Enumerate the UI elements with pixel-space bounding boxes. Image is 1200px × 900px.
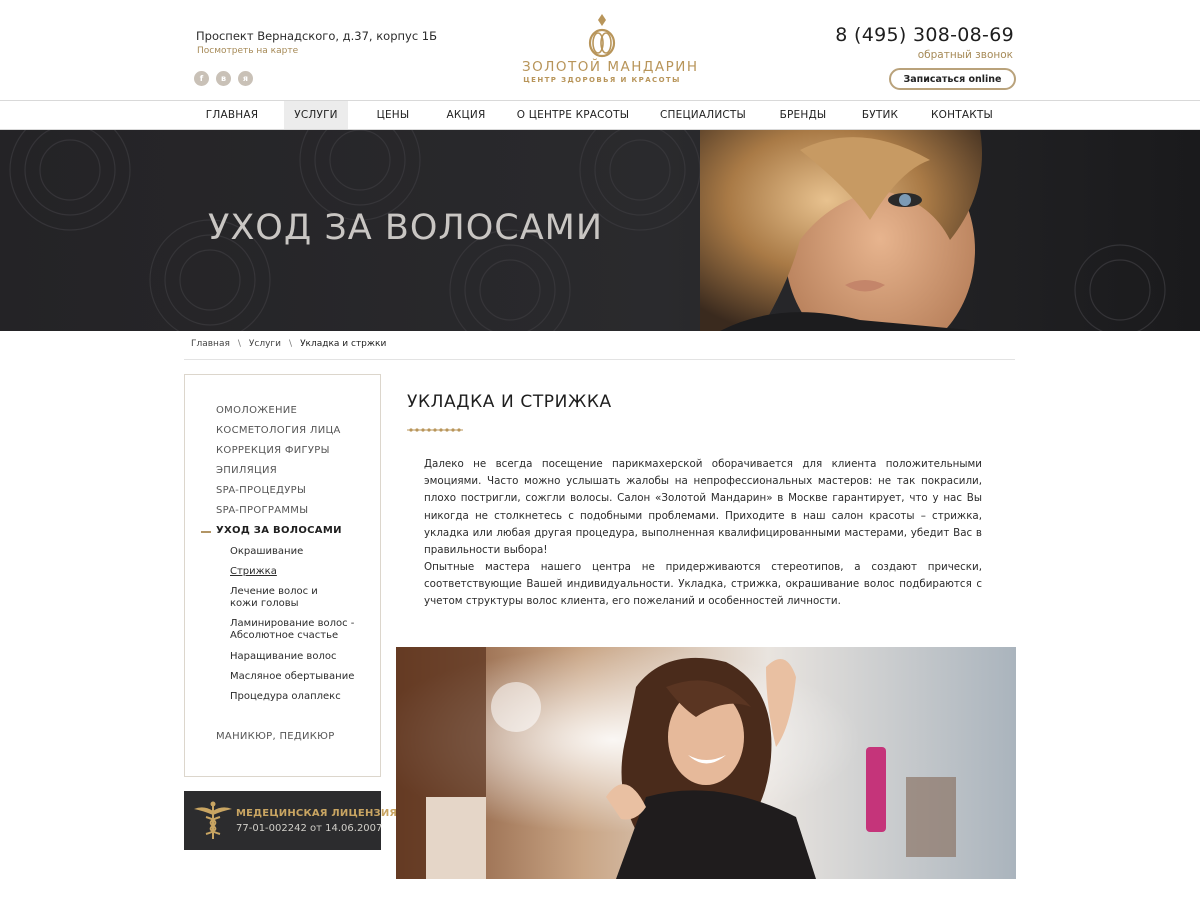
salon-photo	[396, 647, 1016, 879]
online-signup-button[interactable]: Записаться online	[889, 68, 1016, 90]
title-ornament	[407, 428, 463, 432]
nav-item-prices[interactable]: ЦЕНЫ	[368, 101, 418, 129]
hairdresser-photo-image	[396, 647, 1016, 879]
nav-item-specialists[interactable]: СПЕЦИАЛИСТЫ	[656, 101, 750, 129]
sidebar-subitem-lamination-line2[interactable]: Абсолютное счастье	[230, 630, 338, 642]
sidebar-subitem-extensions[interactable]: Наращивание волос	[230, 651, 336, 663]
license-number: 77-01-002242 от 14.06.2007	[236, 823, 383, 834]
breadcrumb-current: Укладка и стржки	[300, 339, 387, 349]
license-title: МЕДЕЦИНСКАЯ ЛИЦЕНЗИЯ	[236, 808, 398, 819]
nav-item-contacts[interactable]: КОНТАКТЫ	[928, 101, 996, 129]
breadcrumb: Главная \ Услуги \ Укладка и стржки	[191, 339, 386, 349]
active-item-marker	[201, 531, 211, 533]
nav-item-boutique[interactable]: БУТИК	[856, 101, 904, 129]
nav-item-home[interactable]: ГЛАВНАЯ	[196, 101, 268, 129]
social-links: f в я	[194, 71, 253, 86]
nav-item-about[interactable]: О ЦЕНТРЕ КРАСОТЫ	[516, 101, 630, 129]
sidebar-subitem-lamination-line1[interactable]: Ламинирование волос -	[230, 618, 354, 630]
sidebar-subitem-hair-treatment-line1[interactable]: Лечение волос и	[230, 586, 318, 598]
masters-paragraph: Опытные мастера нашего центра не придерж…	[424, 561, 982, 608]
intro-paragraph: Далеко не всегда посещение парикмахерско…	[424, 458, 982, 557]
nav-item-promo[interactable]: АКЦИЯ	[438, 101, 494, 129]
nav-item-brands[interactable]: БРЕНДЫ	[774, 101, 832, 129]
logo-name: ЗОЛОТОЙ МАНДАРИН	[522, 59, 699, 75]
breadcrumb-home[interactable]: Главная	[191, 339, 230, 349]
caduceus-icon	[194, 801, 232, 839]
breadcrumb-separator: \	[289, 339, 293, 349]
site-header: Проспект Вернадского, д.37, корпус 1Б По…	[0, 0, 1200, 100]
logo-tagline: ЦЕНТР ЗДОРОВЬЯ И КРАСОТЫ	[523, 76, 681, 84]
breadcrumb-services[interactable]: Услуги	[249, 339, 281, 349]
page-title: УКЛАДКА И СТРИЖКА	[407, 392, 612, 412]
medical-license-banner[interactable]: МЕДЕЦИНСКАЯ ЛИЦЕНЗИЯ 77-01-002242 от 14.…	[184, 791, 397, 850]
salon-address: Проспект Вернадского, д.37, корпус 1Б	[196, 29, 438, 43]
breadcrumb-divider	[184, 359, 1015, 360]
phone-number[interactable]: 8 (495) 308-08-69	[835, 24, 1014, 46]
site-logo[interactable]: ЗОЛОТОЙ МАНДАРИН ЦЕНТР ЗДОРОВЬЯ И КРАСОТ…	[522, 12, 699, 88]
mandarin-emblem-icon	[588, 14, 616, 58]
sidebar-item-hair-care[interactable]: УХОД ЗА ВОЛОСАМИ	[216, 525, 342, 536]
facebook-icon[interactable]: f	[194, 71, 209, 86]
breadcrumb-separator: \	[237, 339, 241, 349]
nav-item-services[interactable]: УСЛУГИ	[284, 101, 348, 129]
sidebar-item-epilation[interactable]: ЭПИЛЯЦИЯ	[216, 465, 277, 476]
sidebar-item-manicure-pedicure[interactable]: МАНИКЮР, ПЕДИКЮР	[216, 731, 335, 742]
main-navigation: ГЛАВНАЯ УСЛУГИ ЦЕНЫ АКЦИЯ О ЦЕНТРЕ КРАСО…	[0, 100, 1200, 130]
sidebar-subitem-oil-wrap[interactable]: Масляное обертывание	[230, 671, 354, 683]
sidebar-subitem-olaplex[interactable]: Процедура олаплекс	[230, 691, 341, 703]
sidebar-item-facial-cosmetology[interactable]: КОСМЕТОЛОГИЯ ЛИЦА	[216, 425, 341, 436]
yandex-icon[interactable]: я	[238, 71, 253, 86]
callback-link[interactable]: обратный звонок	[918, 49, 1013, 61]
sidebar-subitem-hair-treatment-line2[interactable]: кожи головы	[230, 598, 299, 610]
sidebar-item-body-correction[interactable]: КОРРЕКЦИЯ ФИГУРЫ	[216, 445, 330, 456]
sidebar-item-spa-programs[interactable]: SPA-ПРОГРАММЫ	[216, 505, 308, 516]
vkontakte-icon[interactable]: в	[216, 71, 231, 86]
view-on-map-link[interactable]: Посмотреть на карте	[197, 46, 298, 56]
hero-banner: УХОД ЗА ВОЛОСАМИ	[0, 130, 1200, 331]
sidebar-subitem-coloring[interactable]: Окрашивание	[230, 546, 303, 558]
sidebar-item-spa-procedures[interactable]: SPA-ПРОЦЕДУРЫ	[216, 485, 306, 496]
services-sidebar: ОМОЛОЖЕНИЕ КОСМЕТОЛОГИЯ ЛИЦА КОРРЕКЦИЯ Ф…	[184, 374, 381, 777]
hero-title: УХОД ЗА ВОЛОСАМИ	[208, 208, 604, 248]
sidebar-item-rejuvenation[interactable]: ОМОЛОЖЕНИЕ	[216, 405, 297, 416]
sidebar-subitem-haircut[interactable]: Стрижка	[230, 566, 277, 578]
